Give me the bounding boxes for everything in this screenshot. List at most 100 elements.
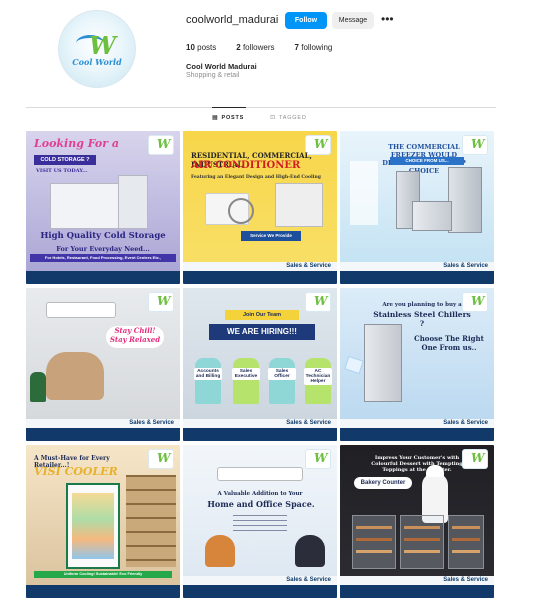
service-panel <box>350 161 378 225</box>
post-title: Bakery Counter <box>354 477 412 489</box>
post-footer <box>183 428 337 441</box>
grid-icon: ▦ <box>212 115 219 121</box>
logo-w-icon: W <box>89 31 116 60</box>
post-footer <box>340 271 494 284</box>
followers-stat[interactable]: 2 followers <box>236 43 274 52</box>
plant-image <box>30 372 46 402</box>
chair-image <box>195 358 221 404</box>
post-title: VISI COOLER <box>34 465 118 478</box>
category-label: Shopping & retail <box>186 72 240 79</box>
post-subline: VISIT US TODAY... <box>36 168 88 174</box>
chiller-image <box>364 324 402 402</box>
features-list <box>233 515 287 535</box>
girl-image <box>205 535 235 567</box>
post-sales-label: Sales & Service <box>443 263 488 269</box>
post-ribbon: COLD STORAGE ? <box>34 155 96 165</box>
tabs-divider <box>26 107 496 108</box>
profile-stats: 10 posts 2 followers 7 following <box>186 43 332 52</box>
posts-stat: 10 posts <box>186 43 217 52</box>
cold-room-image <box>50 183 120 229</box>
post-title: High Quality Cold Storage <box>40 231 166 241</box>
tab-tagged[interactable]: ⊡ TAGGED <box>270 114 306 122</box>
store-shelf-image <box>126 475 176 567</box>
post-title: Home and Office Space. <box>207 499 315 509</box>
freezer-image <box>448 167 482 233</box>
post-subtitle: Choose The Right One From us.. <box>414 334 484 352</box>
post-sales-label: Sales & Service <box>443 577 488 583</box>
message-button[interactable]: Message <box>332 12 374 29</box>
logo-text: Cool World <box>72 57 122 67</box>
post-subtitle: Featuring an Elegant Design and High-End… <box>191 175 321 180</box>
tab-posts[interactable]: ▦ POSTS <box>212 114 244 122</box>
brand-badge-icon <box>305 292 331 312</box>
freezer-image <box>412 201 452 231</box>
ac-indoor-unit-image <box>217 467 303 481</box>
tagged-icon: ⊡ <box>270 115 276 121</box>
cold-room-door-image <box>118 175 148 229</box>
more-options-icon[interactable]: ••• <box>381 12 394 26</box>
post-headline: Impress Your Customer's with Colourful D… <box>371 455 463 473</box>
post-bakery-counter[interactable]: Impress Your Customer's with Colourful D… <box>340 445 494 598</box>
post-footer <box>340 428 494 441</box>
ac-unit-image <box>275 183 323 227</box>
visi-cooler-image <box>66 483 120 569</box>
post-title: WE ARE HIRING!!! <box>209 324 315 340</box>
bakery-case-image <box>400 515 444 569</box>
brand-badge-icon <box>305 449 331 469</box>
post-subtitle: For Your Everyday Need... <box>56 245 150 253</box>
post-footer <box>26 428 180 441</box>
relaxing-person-image <box>46 352 104 400</box>
post-footer <box>183 271 337 284</box>
post-commercial-freezer[interactable]: THE COMMERCIAL FREEZER WOULD DEFINITELY … <box>340 131 494 284</box>
post-sales-label: Sales & Service <box>443 420 488 426</box>
post-stainless-chillers[interactable]: Are you planning to buy a Stainless Stee… <box>340 288 494 441</box>
profile-avatar[interactable]: W Cool World <box>58 10 136 88</box>
role-label: Sales Executive <box>232 368 260 380</box>
post-tag: Service We Provide <box>241 231 301 241</box>
post-hiring[interactable]: Join Our Team WE ARE HIRING!!! Accounts … <box>183 288 337 441</box>
ac-outdoor-unit-image <box>205 193 254 225</box>
profile-tabs: ▦ POSTS ⊡ TAGGED <box>212 114 307 122</box>
post-sales-label: Sales & Service <box>129 420 174 426</box>
post-footer <box>340 585 494 598</box>
post-sales-label: Sales & Service <box>286 420 331 426</box>
role-label: Accounts and Billing <box>194 368 222 380</box>
post-bar: For Hotels, Restaurant, Food Processing,… <box>30 254 176 262</box>
post-headline: Are you planning to buy a <box>382 302 462 308</box>
post-sales-label: Sales & Service <box>286 577 331 583</box>
chair-image <box>233 358 259 404</box>
bakery-case-image <box>448 515 484 569</box>
post-footer <box>183 585 337 598</box>
ac-indoor-unit-image <box>46 302 116 318</box>
chair-image <box>269 358 295 404</box>
post-air-conditioner[interactable]: RESIDENTIAL, COMMERCIAL, INDUSTRIAL AIR … <box>183 131 337 284</box>
post-ribbon: CHOICE FROM US... <box>390 157 464 165</box>
brand-badge-icon <box>148 135 174 155</box>
post-visi-cooler[interactable]: A Must-Have for Every Retailer...! VISI … <box>26 445 180 598</box>
post-cold-storage[interactable]: Looking For a COLD STORAGE ? VISIT US TO… <box>26 131 180 284</box>
post-ribbon: Join Our Team <box>225 310 299 320</box>
role-label: AC Technician Helper <box>304 368 332 385</box>
post-footer <box>26 271 180 284</box>
username: coolworld_madurai <box>186 14 279 26</box>
follow-button[interactable]: Follow <box>285 12 327 29</box>
posts-grid: Looking For a COLD STORAGE ? VISIT US TO… <box>26 131 494 598</box>
brand-badge-icon <box>148 292 174 312</box>
post-title: AIR CONDITIONER <box>191 160 301 171</box>
ice-cube-image <box>344 355 364 375</box>
post-headline: A Valuable Addition to Your <box>217 491 303 497</box>
post-footer <box>26 585 180 598</box>
post-bar: Uniform Cooling! Sustainable! Eco Friend… <box>34 571 172 578</box>
post-home-office-ac[interactable]: A Valuable Addition to Your Home and Off… <box>183 445 337 598</box>
post-stay-chill[interactable]: Stay Chill! Stay Relaxed Sales & Service <box>26 288 180 441</box>
brand-badge-icon <box>148 449 174 469</box>
post-title: Stay Chill! Stay Relaxed <box>106 326 164 348</box>
post-sales-label: Sales & Service <box>286 263 331 269</box>
woman-laptop-image <box>295 535 325 567</box>
active-tab-indicator <box>212 107 246 108</box>
role-label: Sales Officer <box>268 368 296 380</box>
post-headline: Looking For a <box>34 137 120 150</box>
bakery-case-image <box>352 515 396 569</box>
following-stat[interactable]: 7 following <box>295 43 333 52</box>
display-name: Cool World Madurai <box>186 62 257 71</box>
